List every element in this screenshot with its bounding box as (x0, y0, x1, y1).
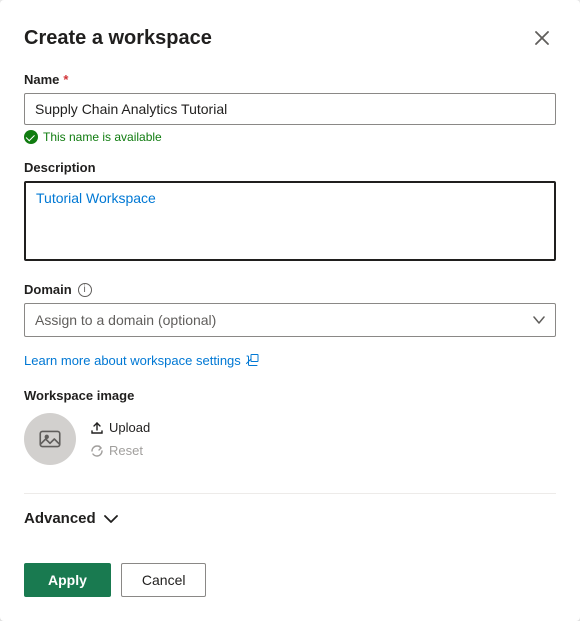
check-circle-icon (24, 130, 38, 144)
dialog-header: Create a workspace (24, 24, 556, 52)
external-link-icon (246, 354, 259, 367)
domain-label: Domain (24, 282, 72, 297)
dialog-footer: Apply Cancel (24, 539, 556, 597)
workspace-image-placeholder (24, 413, 76, 465)
image-actions: Upload Reset (90, 418, 150, 460)
section-divider (24, 493, 556, 494)
domain-info-icon[interactable]: i (78, 283, 92, 297)
domain-field-group: Domain i Assign to a domain (optional) (24, 282, 556, 337)
domain-select[interactable]: Assign to a domain (optional) (24, 303, 556, 337)
advanced-section[interactable]: Advanced (24, 506, 556, 531)
image-placeholder-icon (37, 426, 63, 452)
upload-button[interactable]: Upload (90, 418, 150, 437)
apply-button[interactable]: Apply (24, 563, 111, 597)
required-star: * (63, 72, 68, 87)
description-label: Description (24, 160, 556, 175)
advanced-label: Advanced (24, 510, 96, 527)
description-field-group: Description Tutorial Workspace (24, 160, 556, 266)
reset-icon (90, 444, 104, 458)
dialog-title: Create a workspace (24, 27, 212, 50)
chevron-down-icon (533, 316, 545, 324)
create-workspace-dialog: Create a workspace Name * This name is a… (0, 0, 580, 621)
name-field-group: Name * This name is available (24, 72, 556, 144)
workspace-image-section: Workspace image Upload (24, 388, 556, 465)
reset-button[interactable]: Reset (90, 441, 150, 460)
upload-label: Upload (109, 420, 150, 435)
learn-more-link[interactable]: Learn more about workspace settings (24, 353, 556, 368)
close-button[interactable] (528, 24, 556, 52)
name-input[interactable] (24, 93, 556, 125)
name-available-message: This name is available (24, 130, 556, 144)
domain-label-row: Domain i (24, 282, 556, 297)
workspace-image-label: Workspace image (24, 388, 556, 403)
domain-placeholder: Assign to a domain (optional) (35, 312, 216, 328)
image-row: Upload Reset (24, 413, 556, 465)
advanced-chevron-icon (104, 514, 118, 524)
reset-label: Reset (109, 443, 143, 458)
name-label: Name * (24, 72, 556, 87)
description-textarea[interactable]: Tutorial Workspace (24, 181, 556, 261)
cancel-button[interactable]: Cancel (121, 563, 207, 597)
upload-icon (90, 421, 104, 435)
